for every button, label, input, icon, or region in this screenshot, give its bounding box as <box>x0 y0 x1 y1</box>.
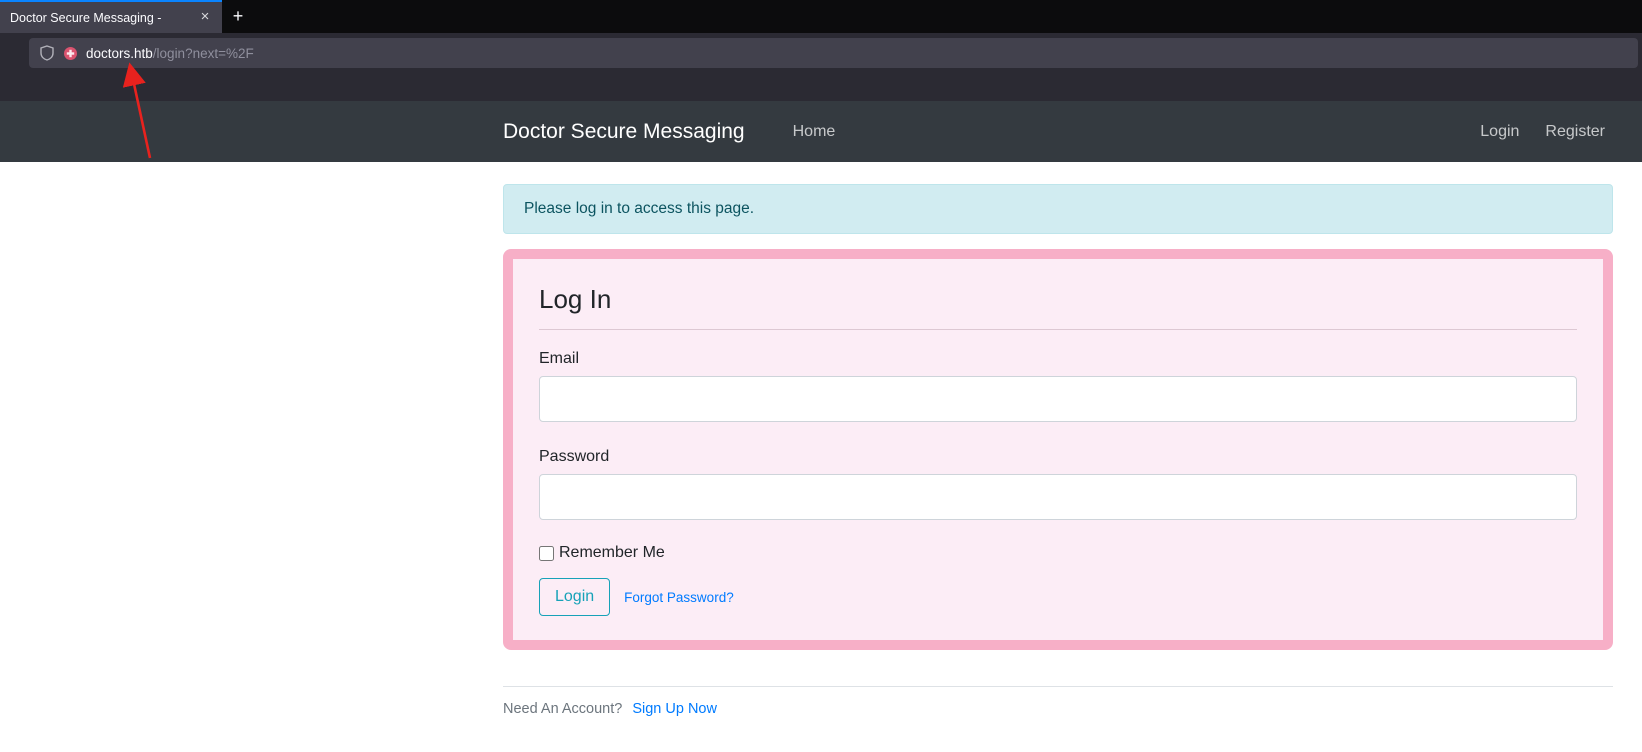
login-form-card: Log In Email Password Remember Me Login … <box>503 249 1613 650</box>
nav-link-register[interactable]: Register <box>1545 123 1605 141</box>
login-required-alert: Please log in to access this page. <box>503 184 1613 234</box>
remember-me-row: Remember Me <box>539 544 1577 562</box>
email-field[interactable] <box>539 376 1577 422</box>
nav-link-home[interactable]: Home <box>793 123 836 141</box>
url-bar[interactable]: doctors.htb/login?next=%2F <box>29 38 1638 68</box>
nav-link-login[interactable]: Login <box>1480 123 1519 141</box>
browser-chrome-gap <box>0 73 1642 101</box>
email-form-group: Email <box>539 350 1577 422</box>
password-field[interactable] <box>539 474 1577 520</box>
email-label: Email <box>539 350 1577 368</box>
signup-footer: Need An Account? Sign Up Now <box>503 686 1613 717</box>
tab-title: Doctor Secure Messaging - <box>10 11 190 25</box>
new-tab-button[interactable]: + <box>222 0 254 33</box>
signup-question: Need An Account? <box>503 701 622 717</box>
password-form-group: Password <box>539 448 1577 520</box>
navbar-brand[interactable]: Doctor Secure Messaging <box>503 120 745 144</box>
form-title: Log In <box>539 283 1577 330</box>
password-label: Password <box>539 448 1577 466</box>
browser-tab[interactable]: Doctor Secure Messaging - × <box>0 0 222 33</box>
site-favicon <box>63 46 78 61</box>
url-host: doctors.htb <box>86 46 153 61</box>
close-tab-icon[interactable]: × <box>196 9 214 27</box>
main-container: Please log in to access this page. Log I… <box>503 184 1613 717</box>
forgot-password-link[interactable]: Forgot Password? <box>624 590 734 605</box>
browser-toolbar: doctors.htb/login?next=%2F <box>0 33 1642 73</box>
remember-me-label: Remember Me <box>559 544 665 562</box>
login-button[interactable]: Login <box>539 578 610 616</box>
url-path: /login?next=%2F <box>153 46 254 61</box>
url-text: doctors.htb/login?next=%2F <box>86 46 254 61</box>
browser-tab-bar: Doctor Secure Messaging - × + <box>0 0 1642 33</box>
site-navbar: Doctor Secure Messaging Home Login Regis… <box>0 101 1642 162</box>
submit-row: Login Forgot Password? <box>539 578 1577 624</box>
shield-icon[interactable] <box>39 45 55 61</box>
remember-me-checkbox[interactable] <box>539 546 554 561</box>
signup-link[interactable]: Sign Up Now <box>632 701 717 717</box>
